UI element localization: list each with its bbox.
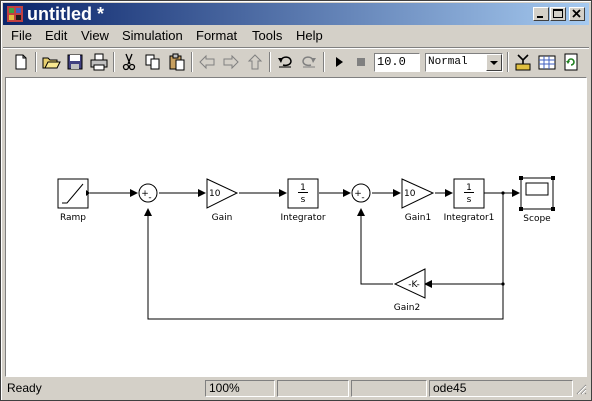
menu-file[interactable]: File (11, 28, 32, 44)
redo-icon[interactable] (299, 52, 319, 72)
forward-icon[interactable] (221, 52, 241, 72)
sum1-minus-sign: - (148, 193, 151, 203)
print-icon[interactable] (89, 52, 109, 72)
resize-grip-icon[interactable] (575, 383, 587, 395)
menu-tools[interactable]: Tools (252, 28, 282, 44)
dropdown-button[interactable] (486, 54, 502, 71)
integrator-label: Integrator (280, 213, 325, 223)
menu-edit[interactable]: Edit (45, 28, 67, 44)
gain2-label: Gain2 (394, 303, 420, 313)
new-icon[interactable] (11, 52, 31, 72)
simulink-window: untitled * File Edit View Simulation For… (0, 0, 592, 401)
integrator-denominator: s (301, 195, 306, 205)
toolbar-separator (191, 52, 193, 72)
minimize-button[interactable] (533, 7, 549, 21)
scope-block[interactable] (519, 176, 555, 211)
block-diagram[interactable]: Ramp + - 10 Gain 1 s Integrator + - 10 G… (6, 78, 586, 376)
start-icon[interactable] (329, 52, 349, 72)
status-text: Ready (7, 381, 42, 395)
window-title: untitled * (27, 4, 104, 24)
integrator1-denominator: s (467, 195, 472, 205)
refresh-icon[interactable] (561, 52, 581, 72)
toolbar-separator (323, 52, 325, 72)
maximize-button[interactable] (550, 7, 566, 21)
integrator-numerator: 1 (300, 183, 306, 193)
gain-value: 10 (209, 189, 221, 199)
title-bar[interactable]: untitled * (3, 3, 589, 25)
gain2-value: -K- (408, 280, 419, 290)
scope-label: Scope (523, 214, 551, 224)
open-icon[interactable] (41, 52, 61, 72)
integrator1-numerator: 1 (466, 183, 472, 193)
signal-lines[interactable] (90, 189, 520, 320)
simulation-mode-value: Normal (428, 56, 468, 68)
stop-time-input[interactable]: 10.0 (374, 53, 420, 72)
maximize-icon (553, 9, 563, 18)
undo-icon[interactable] (275, 52, 295, 72)
gain1-value: 10 (404, 189, 416, 199)
close-icon (572, 9, 581, 18)
toolbar-separator (269, 52, 271, 72)
branch-point (501, 282, 505, 286)
back-icon[interactable] (197, 52, 217, 72)
branch-point (501, 191, 505, 195)
toolbar: 10.0 Normal (3, 47, 589, 76)
stop-icon[interactable] (351, 52, 371, 72)
paste-icon[interactable] (167, 52, 187, 72)
zoom-level: 100% (205, 380, 275, 397)
model-canvas[interactable]: Ramp + - 10 Gain 1 s Integrator + - 10 G… (5, 77, 587, 377)
cut-icon[interactable] (119, 52, 139, 72)
menu-help[interactable]: Help (296, 28, 323, 44)
toolbar-separator (507, 52, 509, 72)
menu-view[interactable]: View (81, 28, 109, 44)
status-bar: Ready 100% ode45 (3, 379, 589, 399)
solver-name: ode45 (429, 380, 573, 397)
status-cell-empty (277, 380, 349, 397)
simulation-mode-select[interactable]: Normal (425, 53, 503, 72)
model-explorer-icon[interactable] (537, 52, 557, 72)
toolbar-separator (113, 52, 115, 72)
simulink-app-icon[interactable] (7, 6, 23, 22)
menu-format[interactable]: Format (196, 28, 237, 44)
close-button[interactable] (569, 7, 585, 21)
up-icon[interactable] (245, 52, 265, 72)
minimize-icon (537, 16, 543, 18)
status-cell-empty (351, 380, 427, 397)
ramp-block[interactable] (57, 178, 90, 209)
integrator1-label: Integrator1 (444, 213, 495, 223)
ramp-label: Ramp (60, 213, 86, 223)
copy-icon[interactable] (143, 52, 163, 72)
library-browser-icon[interactable] (513, 52, 533, 72)
chevron-down-icon (490, 61, 498, 65)
menu-simulation[interactable]: Simulation (122, 28, 183, 44)
toolbar-separator (35, 52, 37, 72)
sum2-minus-sign: - (361, 193, 364, 203)
save-icon[interactable] (65, 52, 85, 72)
gain1-label: Gain1 (405, 213, 431, 223)
menu-bar: File Edit View Simulation Format Tools H… (3, 26, 589, 46)
gain-label: Gain (212, 213, 233, 223)
